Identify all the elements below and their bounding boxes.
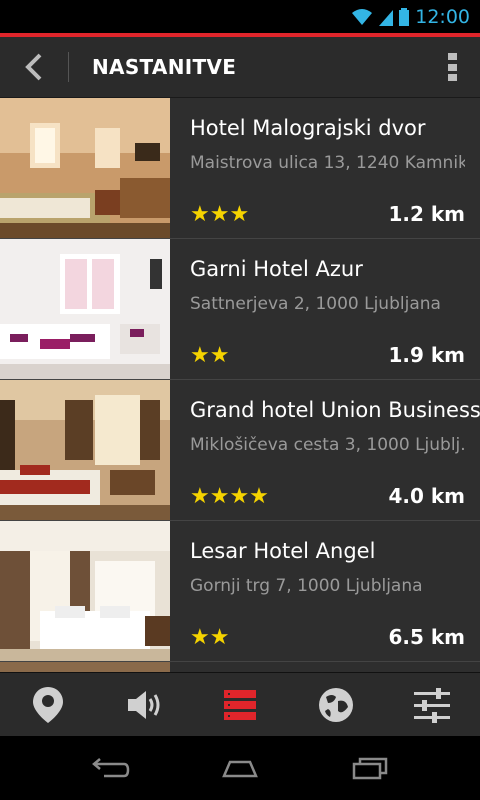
hotel-thumbnail [0, 662, 170, 672]
hotel-distance: 6.5 km [388, 625, 465, 649]
hotel-address: Sattnerjeva 2, 1000 Ljubljana [190, 294, 441, 314]
back-arrow-icon[interactable] [22, 53, 48, 81]
hotel-address: Miklošičeva cesta 3, 1000 Ljublj... [190, 435, 465, 455]
signal-icon [379, 10, 394, 26]
list-item[interactable]: Garni Hotel Azur Sattnerjeva 2, 1000 Lju… [0, 239, 480, 380]
hotel-name: Grand hotel Union Business [190, 398, 480, 422]
battery-icon [399, 8, 410, 26]
action-bar: NASTANITVE [0, 37, 480, 98]
list-item[interactable]: Lesar Hotel Angel Gornji trg 7, 1000 Lju… [0, 521, 480, 662]
list-icon[interactable] [218, 683, 262, 727]
star-rating: ★★ [190, 625, 230, 650]
hotel-name: Garni Hotel Azur [190, 257, 363, 281]
list-item-partial[interactable] [0, 662, 480, 672]
recent-apps-icon[interactable] [350, 756, 390, 780]
star-rating: ★★★ [190, 202, 250, 227]
list-item[interactable]: Hotel Malograjski dvor Maistrova ulica 1… [0, 98, 480, 239]
map-pin-icon[interactable] [26, 683, 70, 727]
divider [68, 52, 69, 82]
status-bar: 12:00 [0, 0, 480, 33]
wifi-icon [352, 9, 373, 25]
globe-icon[interactable] [314, 683, 358, 727]
hotel-distance: 4.0 km [388, 484, 465, 508]
hotel-name: Hotel Malograjski dvor [190, 116, 426, 140]
page-title: NASTANITVE [92, 55, 237, 79]
hotel-thumbnail [0, 521, 170, 661]
settings-sliders-icon[interactable] [410, 683, 454, 727]
hotel-list[interactable]: Hotel Malograjski dvor Maistrova ulica 1… [0, 98, 480, 672]
system-navigation-bar [0, 736, 480, 800]
hotel-address: Maistrova ulica 13, 1240 Kamnik [190, 153, 465, 173]
hotel-name: Lesar Hotel Angel [190, 539, 376, 563]
hotel-thumbnail [0, 239, 170, 379]
star-rating: ★★ [190, 343, 230, 368]
hotel-address: Gornji trg 7, 1000 Ljubljana [190, 576, 423, 596]
overflow-menu-icon[interactable] [448, 53, 458, 81]
hotel-distance: 1.2 km [388, 202, 465, 226]
hotel-thumbnail [0, 380, 170, 520]
audio-guide-icon[interactable] [122, 683, 166, 727]
clock: 12:00 [415, 6, 470, 28]
status-icons: 12:00 [351, 6, 470, 28]
bottom-navigation [0, 672, 480, 737]
star-rating: ★★★★ [190, 484, 269, 509]
list-item[interactable]: Grand hotel Union Business Miklošičeva c… [0, 380, 480, 521]
back-icon[interactable] [90, 756, 130, 780]
home-icon[interactable] [220, 756, 260, 780]
hotel-distance: 1.9 km [388, 343, 465, 367]
hotel-thumbnail [0, 98, 170, 238]
